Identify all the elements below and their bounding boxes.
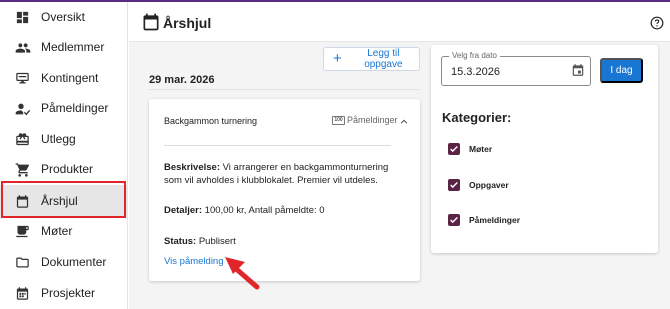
sidebar-item-arshjul[interactable]: Årshjul [0, 185, 128, 217]
description-label: Beskrivelse: [164, 162, 220, 173]
category-label: Påmeldinger [469, 215, 521, 225]
category-oppgaver-checkbox[interactable]: Oppgaver [448, 178, 509, 192]
sidebar-item-label: Årshjul [41, 194, 78, 208]
sidebar-item-label: Påmeldinger [41, 101, 109, 115]
details-text: 100,00 kr, Antall påmeldte: 0 [204, 205, 325, 216]
folder-icon [14, 254, 31, 271]
status-label: Status: [164, 236, 197, 247]
page-title: Årshjul [163, 15, 212, 31]
checkbox-checked-icon [448, 179, 460, 191]
checkbox-checked-icon [448, 143, 460, 155]
filter-panel: Velg fra dato 15.3.2026 I dag Kategorier… [431, 45, 658, 253]
sidebar-item-dokumenter[interactable]: Dokumenter [0, 247, 128, 277]
sidebar-item-moter[interactable]: Møter [0, 216, 128, 246]
receipt-icon [14, 131, 31, 148]
event-card: Backgammon turnering 100 Påmeldinger Bes… [149, 99, 420, 281]
calendar-icon [141, 12, 161, 37]
event-type-badge: 100 Påmeldinger [332, 115, 398, 125]
chevron-up-icon[interactable] [399, 114, 409, 132]
view-registration-link[interactable]: Vis påmelding [164, 256, 224, 267]
sidebar-item-utlegg[interactable]: Utlegg [0, 124, 128, 154]
help-icon[interactable] [650, 16, 664, 35]
checkbox-checked-icon [448, 214, 460, 226]
sidebar-item-oversikt[interactable]: Oversikt [0, 2, 128, 32]
from-date-field[interactable]: Velg fra dato 15.3.2026 [441, 51, 591, 86]
calendar-picker-icon[interactable] [571, 63, 585, 82]
categories-title: Kategorier: [442, 110, 512, 125]
event-details: Detaljer: 100,00 kr, Antall påmeldte: 0 [164, 205, 325, 216]
sidebar: Oversikt Medlemmer Kontingent Påmeldinge… [0, 2, 128, 309]
people-icon [14, 39, 31, 56]
sidebar-item-label: Produkter [41, 162, 94, 176]
today-button[interactable]: I dag [600, 58, 643, 83]
event-description: Beskrivelse: Vi arrangerer en backgammon… [164, 161, 404, 187]
calendar-icon [14, 193, 31, 210]
event-status: Status: Publisert [164, 236, 236, 247]
sidebar-item-label: Møter [41, 224, 73, 238]
details-label: Detaljer: [164, 205, 203, 216]
category-pameldinger-checkbox[interactable]: Påmeldinger [448, 213, 520, 227]
sidebar-item-label: Oversikt [41, 10, 86, 24]
event-type-label: Påmeldinger [347, 115, 398, 125]
event-title: Backgammon turnering [164, 116, 258, 126]
sidebar-item-medlemmer[interactable]: Medlemmer [0, 32, 128, 62]
annotation-arrow-icon [225, 257, 260, 290]
sidebar-item-prosjekter[interactable]: Prosjekter [0, 278, 128, 308]
sidebar-item-label: Medlemmer [41, 40, 105, 54]
status-text: Publisert [198, 236, 236, 247]
divider [149, 89, 420, 90]
sidebar-item-produkter[interactable]: Produkter [0, 154, 128, 184]
category-moter-checkbox[interactable]: Møter [448, 142, 492, 156]
payment-terminal-icon [14, 70, 31, 87]
page-header: Årshjul [129, 2, 670, 42]
category-label: Møter [469, 144, 493, 154]
divider [164, 145, 391, 146]
sidebar-item-label: Kontingent [41, 71, 99, 85]
person-check-icon [14, 100, 31, 117]
date-heading: 29 mar. 2026 [149, 74, 215, 86]
ticket-icon: 100 [332, 115, 345, 125]
dashboard-icon [14, 9, 31, 26]
add-task-label: Legg til oppgave [364, 48, 403, 70]
from-date-value: 15.3.2026 [451, 66, 500, 78]
main-content: Årshjul + Legg til oppgave 29 mar. 2026 … [129, 2, 670, 309]
sidebar-item-kontingent[interactable]: Kontingent [0, 63, 128, 93]
sidebar-item-label: Dokumenter [41, 255, 107, 269]
sidebar-item-label: Utlegg [41, 132, 76, 146]
sidebar-item-pameldinger[interactable]: Påmeldinger [0, 93, 128, 123]
category-label: Oppgaver [469, 180, 509, 190]
coffee-icon [14, 223, 31, 240]
from-date-label: Velg fra dato [449, 51, 500, 60]
shopping-cart-icon [14, 161, 31, 178]
plus-icon: + [333, 50, 342, 67]
sidebar-item-label: Prosjekter [41, 286, 96, 300]
add-task-button[interactable]: + Legg til oppgave [323, 47, 420, 71]
grid-calendar-icon [14, 285, 31, 302]
